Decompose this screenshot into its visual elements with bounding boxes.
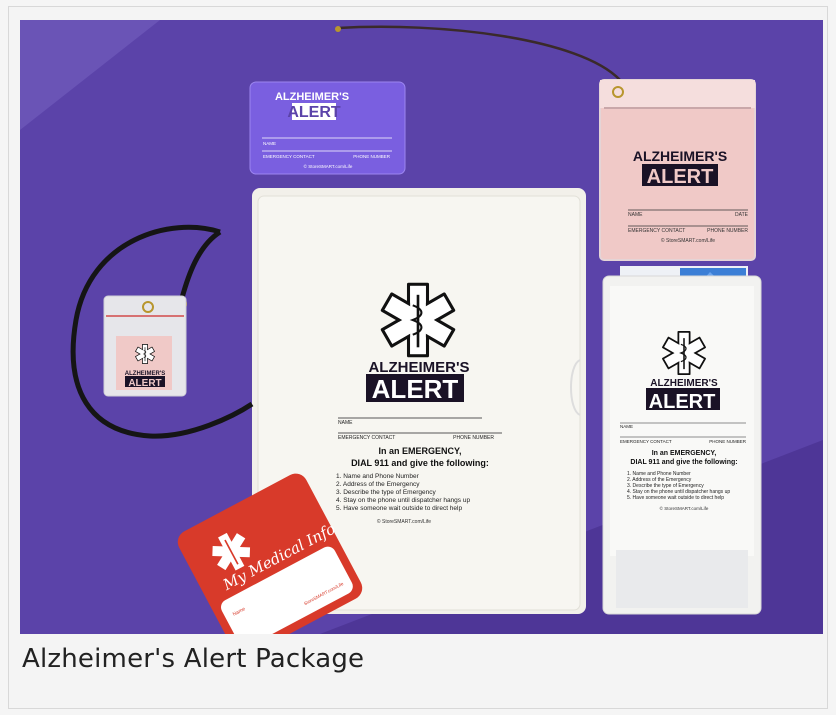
svg-text:ALERT: ALERT: [372, 374, 459, 404]
svg-text:5. Have someone wait outside t: 5. Have someone wait outside to direct h…: [627, 495, 724, 501]
svg-text:EMERGENCY CONTACT: EMERGENCY CONTACT: [263, 154, 315, 159]
svg-text:© StoreSMART.com/Life: © StoreSMART.com/Life: [377, 518, 431, 525]
svg-text:DATE: DATE: [735, 212, 749, 218]
product-photo: ALZHEIMER'S ALERT NAME EMERGENCY CONTACT…: [20, 20, 823, 634]
svg-text:1. Name and Phone Number: 1. Name and Phone Number: [336, 473, 420, 480]
small-sleeve: My ALZHEIMER'S ALERT NAME EMERGENCY CONT…: [602, 266, 762, 615]
svg-text:NAME: NAME: [628, 212, 643, 218]
svg-text:DIAL 911 and give the followin: DIAL 911 and give the following:: [630, 459, 737, 466]
svg-text:EMERGENCY CONTACT: EMERGENCY CONTACT: [628, 228, 685, 234]
svg-text:EMERGENCY CONTACT: EMERGENCY CONTACT: [338, 435, 395, 441]
svg-text:PHONE NUMBER: PHONE NUMBER: [453, 435, 494, 441]
svg-text:PHONE NUMBER: PHONE NUMBER: [353, 154, 391, 159]
svg-text:© StoreSMART.com/Life: © StoreSMART.com/Life: [660, 505, 709, 511]
svg-text:NAME: NAME: [338, 420, 353, 426]
svg-text:© StoreSMART.com/Life: © StoreSMART.com/Life: [661, 237, 715, 244]
svg-text:ALERT: ALERT: [647, 166, 714, 188]
svg-text:ALERT: ALERT: [128, 378, 161, 389]
svg-text:In an EMERGENCY,: In an EMERGENCY,: [652, 450, 717, 457]
svg-text:ALZHEIMER'S: ALZHEIMER'S: [275, 91, 349, 103]
svg-text:5. Have someone wait outside t: 5. Have someone wait outside to direct h…: [336, 505, 462, 512]
svg-text:In an EMERGENCY,: In an EMERGENCY,: [378, 446, 461, 456]
svg-text:ALERT: ALERT: [287, 104, 341, 121]
pink-pouch: ALZHEIMER'S ALERT NAME DATE EMERGENCY CO…: [599, 79, 756, 261]
svg-text:PHONE NUMBER: PHONE NUMBER: [707, 228, 748, 234]
svg-text:ALERT: ALERT: [649, 391, 716, 413]
id-card: ALZHEIMER'S ALERT NAME EMERGENCY CONTACT…: [249, 81, 406, 175]
svg-text:ALZHEIMER'S: ALZHEIMER'S: [650, 378, 718, 389]
svg-text:NAME: NAME: [620, 424, 633, 429]
svg-text:EMERGENCY CONTACT: EMERGENCY CONTACT: [620, 439, 672, 444]
svg-text:© StoreSMART.com/Life: © StoreSMART.com/Life: [304, 163, 353, 169]
svg-text:DIAL 911 and give the followin: DIAL 911 and give the following:: [351, 458, 489, 468]
svg-text:3. Describe the type of Emerge: 3. Describe the type of Emergency: [336, 489, 436, 496]
svg-text:ALZHEIMER'S: ALZHEIMER'S: [633, 148, 727, 164]
image-caption: Alzheimer's Alert Package: [22, 644, 365, 674]
svg-text:2. Address of the Emergency: 2. Address of the Emergency: [336, 481, 420, 488]
svg-text:NAME: NAME: [263, 141, 276, 146]
lanyard-badge: ALZHEIMER'S ALERT: [103, 295, 187, 397]
svg-text:PHONE NUMBER: PHONE NUMBER: [709, 439, 747, 444]
svg-text:4. Stay on the phone until dis: 4. Stay on the phone until dispatcher ha…: [336, 497, 470, 504]
